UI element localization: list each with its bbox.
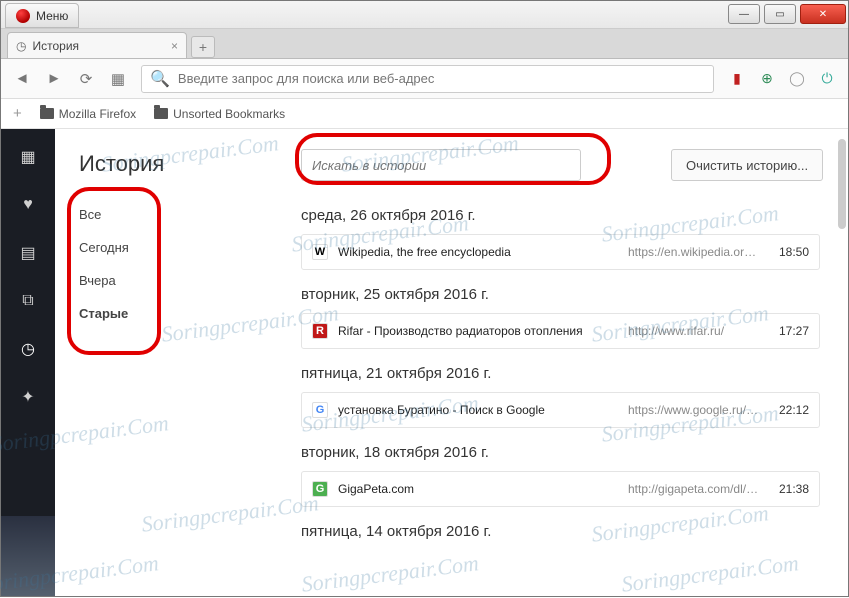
filter-Старые[interactable]: Старые xyxy=(79,306,261,321)
history-entry[interactable]: Gустановка Буратино - Поиск в Google http… xyxy=(301,392,820,428)
history-sidebar: История Все Сегодня Вчера Старые xyxy=(55,129,285,596)
side-rail: ▦ ♥ ▤ ⧉ ◷ ✦ xyxy=(1,129,55,596)
extensions-icon[interactable]: ✦ xyxy=(18,387,38,407)
back-icon[interactable]: ◄ xyxy=(13,70,31,87)
entry-time: 22:12 xyxy=(769,403,809,417)
bookmark-folder[interactable]: Mozilla Firefox xyxy=(40,107,136,121)
filter-Сегодня[interactable]: Сегодня xyxy=(79,240,261,255)
folder-icon xyxy=(154,108,168,119)
tab-title: История xyxy=(32,39,79,53)
adblock-icon[interactable]: ◯ xyxy=(788,70,806,88)
history-icon[interactable]: ◷ xyxy=(18,339,38,359)
page-title: История xyxy=(79,151,261,177)
bookmark-icon[interactable]: ▮ xyxy=(728,70,746,88)
opera-icon xyxy=(16,9,30,23)
battery-icon[interactable]: ⏻ xyxy=(818,70,836,88)
window-titlebar: Меню — ▭ ✕ xyxy=(1,1,848,29)
scrollbar-thumb[interactable] xyxy=(838,139,846,229)
tab-close-icon[interactable]: × xyxy=(171,39,178,53)
close-button[interactable]: ✕ xyxy=(800,4,846,24)
date-heading: вторник, 18 октября 2016 г. xyxy=(301,444,826,461)
entry-title: установка Буратино - Поиск в Google xyxy=(338,403,618,417)
tab-history[interactable]: ◷ История × xyxy=(7,32,187,58)
entry-time: 18:50 xyxy=(769,245,809,259)
folder-icon xyxy=(40,108,54,119)
reload-icon[interactable]: ⟳ xyxy=(77,70,95,88)
new-tab-button[interactable]: + xyxy=(191,36,215,58)
vpn-icon[interactable]: ⊕ xyxy=(758,70,776,88)
devices-icon[interactable]: ⧉ xyxy=(18,291,38,311)
tab-strip: ◷ История × + xyxy=(1,29,848,59)
menu-label: Меню xyxy=(36,9,68,23)
history-entry[interactable]: R Rifar - Производство радиаторов отоплен… xyxy=(301,313,820,349)
search-icon: 🔍 xyxy=(150,69,170,89)
clear-history-button[interactable]: Очистить историю... xyxy=(671,149,823,181)
apps-icon[interactable]: ▦ xyxy=(109,70,127,88)
add-bookmark-icon[interactable]: + xyxy=(13,105,22,122)
heart-icon[interactable]: ♥ xyxy=(18,195,38,215)
bookmark-folder[interactable]: Unsorted Bookmarks xyxy=(154,107,285,121)
menu-button[interactable]: Меню xyxy=(5,3,79,28)
entry-title: Rifar - Производство радиаторов отоплени… xyxy=(338,324,618,338)
history-entry[interactable]: G GigaPeta.com http://gigapeta.com/dl/1969… xyxy=(301,471,820,507)
filter-Вчера[interactable]: Вчера xyxy=(79,273,261,288)
history-search[interactable] xyxy=(301,149,581,181)
history-content: Очистить историю... среда, 26 октября 20… xyxy=(285,129,848,596)
speed-dial-icon[interactable]: ▦ xyxy=(18,147,38,167)
date-heading: вторник, 25 октября 2016 г. xyxy=(301,286,826,303)
entry-time: 17:27 xyxy=(769,324,809,338)
entry-url: https://www.google.ru/search... xyxy=(628,403,759,417)
nav-toolbar: ◄ ► ⟳ ▦ 🔍 ▮ ⊕ ◯ ⏻ xyxy=(1,59,848,99)
bookmarks-bar: + Mozilla Firefox Unsorted Bookmarks xyxy=(1,99,848,129)
entry-url: https://en.wikipedia.org/wiki/... xyxy=(628,245,759,259)
date-heading: среда, 26 октября 2016 г. xyxy=(301,207,826,224)
favicon: W xyxy=(312,244,328,260)
history-search-input[interactable] xyxy=(312,158,570,173)
entry-url: http://www.rifar.ru/ xyxy=(628,324,759,338)
favicon: G xyxy=(312,481,328,497)
minimize-button[interactable]: — xyxy=(728,4,760,24)
main-area: ▦ ♥ ▤ ⧉ ◷ ✦ История Все Сегодня Вчера Стары… xyxy=(1,129,848,596)
filter-Все[interactable]: Все xyxy=(79,207,261,222)
favicon: R xyxy=(312,323,328,339)
window-controls: — ▭ ✕ xyxy=(726,1,848,28)
entry-url: http://gigapeta.com/dl/19691... xyxy=(628,482,759,496)
rail-background xyxy=(1,516,55,596)
date-heading: пятница, 14 октября 2016 г. xyxy=(301,523,826,540)
clock-icon: ◷ xyxy=(16,39,26,53)
address-input[interactable] xyxy=(178,71,705,86)
entry-time: 21:38 xyxy=(769,482,809,496)
date-heading: пятница, 21 октября 2016 г. xyxy=(301,365,826,382)
entry-title: GigaPeta.com xyxy=(338,482,618,496)
favicon: G xyxy=(312,402,328,418)
forward-icon[interactable]: ► xyxy=(45,70,63,87)
history-entry[interactable]: W Wikipedia, the free encyclopedia https:/… xyxy=(301,234,820,270)
entry-title: Wikipedia, the free encyclopedia xyxy=(338,245,618,259)
maximize-button[interactable]: ▭ xyxy=(764,4,796,24)
news-icon[interactable]: ▤ xyxy=(18,243,38,263)
address-bar[interactable]: 🔍 xyxy=(141,65,714,93)
